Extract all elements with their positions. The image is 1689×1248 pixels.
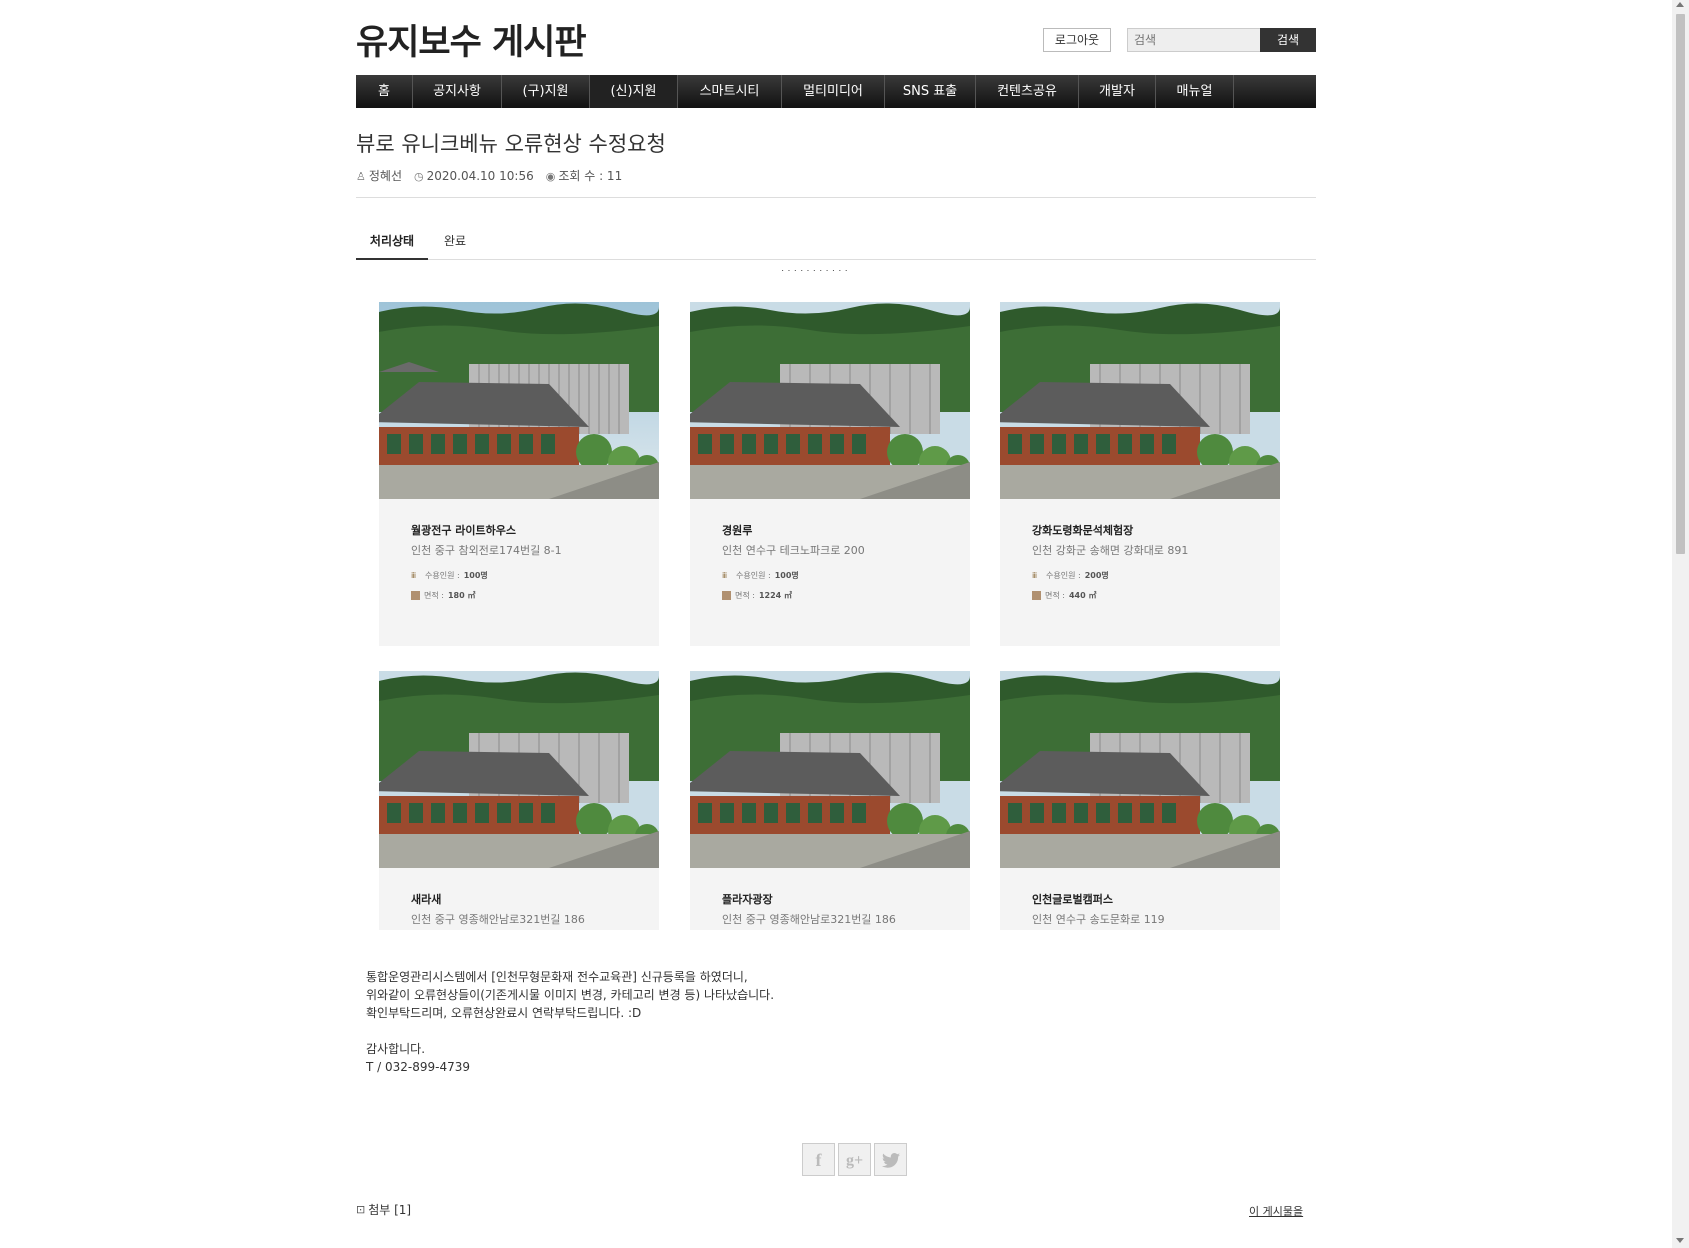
venue-capacity: ⅲ 수용인원 :100명	[722, 570, 799, 580]
venue-name: 새라새	[411, 893, 442, 906]
body-line: T / 032-899-4739	[366, 1060, 471, 1074]
post-title: 뷰로 유니크베뉴 오류현상 수정요청	[356, 132, 666, 156]
user-icon: ♙	[356, 170, 366, 183]
area-icon	[411, 591, 420, 600]
people-icon: ⅲ	[1032, 570, 1038, 580]
page-scrollbar[interactable]	[1672, 0, 1689, 1248]
nav-item-new-support[interactable]: (신)지원	[590, 75, 678, 108]
venue-address: 인천 중구 참외전로174번길 8-1	[411, 544, 562, 557]
attached-screenshot: · · · · · · · · · · · 월광전구 라이트하우스 인천 중구 …	[356, 270, 1316, 930]
venue-card: 강화도령화문석체험장 인천 강화군 송해면 강화대로 891 ⅲ 수용인원 :20…	[1000, 302, 1280, 646]
venue-photo	[379, 302, 659, 499]
venue-name: 경원루	[722, 524, 753, 537]
venue-photo	[1000, 302, 1280, 499]
attachment-link[interactable]: ⊡ 첨부 [1]	[356, 1201, 411, 1218]
date-meta: ◷ 2020.04.10 10:56	[414, 169, 534, 183]
twitter-share-button[interactable]	[874, 1143, 907, 1176]
nav-item-content-share[interactable]: 컨텐츠공유	[976, 75, 1079, 108]
google-plus-share-button[interactable]: g+	[838, 1143, 871, 1176]
nav-item-manual[interactable]: 매뉴얼	[1156, 75, 1234, 108]
nav-item-developer[interactable]: 개발자	[1079, 75, 1156, 108]
facebook-share-button[interactable]: f	[802, 1143, 835, 1176]
scroll-up-arrow-icon[interactable]	[1676, 2, 1684, 7]
divider	[356, 197, 1316, 198]
body-line: 통합운영관리시스템에서 [인천무형문화재 전수교육관] 신규등록을 하였더니,	[366, 970, 748, 984]
venue-capacity: ⅲ 수용인원 :200명	[1032, 570, 1109, 580]
scroll-down-arrow-icon[interactable]	[1676, 1238, 1684, 1243]
post-views: 조회 수 : 11	[558, 169, 623, 183]
venue-name: 플라자광장	[722, 893, 773, 906]
main-nav: 홈 공지사항 (구)지원 (신)지원 스마트시티 멀티미디어 SNS 표출 컨텐…	[356, 75, 1316, 108]
venue-area: 면적 :180 ㎡	[411, 590, 475, 601]
nav-item-old-support[interactable]: (구)지원	[502, 75, 590, 108]
nav-item-notice[interactable]: 공지사항	[413, 75, 502, 108]
nav-item-home[interactable]: 홈	[356, 75, 413, 108]
post-meta: ♙ 정혜선 ◷ 2020.04.10 10:56 ◉ 조회 수 : 11	[356, 167, 622, 184]
venue-address: 인천 연수구 송도문화로 119	[1032, 913, 1165, 926]
venue-address: 인천 중구 영종해안남로321번길 186	[411, 913, 585, 926]
venue-area: 면적 :1224 ㎡	[722, 590, 792, 601]
nav-item-smartcity[interactable]: 스마트시티	[678, 75, 782, 108]
clock-icon: ◷	[414, 169, 424, 183]
body-line: 확인부탁드리며, 오류현상완료시 연락부탁드립니다. :D	[366, 1006, 642, 1020]
venue-capacity: ⅲ 수용인원 :100명	[411, 570, 488, 580]
status-value: 완료	[444, 234, 467, 248]
search-input[interactable]	[1127, 28, 1272, 52]
eye-icon: ◉	[545, 170, 556, 183]
attachment-label: 첨부 [1]	[368, 1203, 412, 1217]
views-meta: ◉ 조회 수 : 11	[546, 167, 623, 184]
venue-photo	[1000, 671, 1280, 868]
attachment-icon: ⊡	[356, 1203, 366, 1216]
people-icon: ⅲ	[411, 570, 417, 580]
cropped-text-line: · · · · · · · · · · ·	[781, 270, 848, 277]
body-blank-line	[366, 1022, 774, 1040]
venue-photo	[379, 671, 659, 868]
venue-address: 인천 중구 영종해안남로321번길 186	[722, 913, 896, 926]
venue-card: 경원루 인천 연수구 테크노파크로 200 ⅲ 수용인원 :100명 면적 :12…	[690, 302, 970, 646]
twitter-icon	[881, 1153, 900, 1168]
post-datetime: 2020.04.10 10:56	[426, 168, 534, 183]
venue-card: 새라새 인천 중구 영종해안남로321번길 186	[379, 671, 659, 930]
logout-button[interactable]: 로그아웃	[1043, 28, 1111, 52]
venue-card: 인천글로벌캠퍼스 인천 연수구 송도문화로 119	[1000, 671, 1280, 930]
site-title[interactable]: 유지보수 게시판	[356, 14, 587, 65]
area-icon	[1032, 591, 1041, 600]
venue-photo	[690, 671, 970, 868]
venue-address: 인천 연수구 테크노파크로 200	[722, 544, 865, 557]
people-icon: ⅲ	[722, 570, 728, 580]
venue-area: 면적 :440 ㎡	[1032, 590, 1096, 601]
status-row: 처리상태 완료	[356, 232, 1316, 260]
venue-name: 월광전구 라이트하우스	[411, 524, 517, 537]
share-buttons: f g+	[802, 1143, 907, 1176]
this-post-link[interactable]: 이 게시물을	[1249, 1203, 1303, 1219]
area-icon	[722, 591, 731, 600]
venue-photo	[690, 302, 970, 499]
author-name[interactable]: 정혜선	[369, 169, 402, 183]
venue-card: 월광전구 라이트하우스 인천 중구 참외전로174번길 8-1 ⅲ 수용인원 :1…	[379, 302, 659, 646]
author-meta: ♙ 정혜선	[356, 167, 402, 184]
venue-card: 플라자광장 인천 중구 영종해안남로321번길 186	[690, 671, 970, 930]
body-line: 감사합니다.	[366, 1042, 426, 1056]
scroll-thumb[interactable]	[1676, 14, 1685, 554]
post-body: 통합운영관리시스템에서 [인천무형문화재 전수교육관] 신규등록을 하였더니, …	[366, 968, 774, 1076]
status-label: 처리상태	[356, 232, 428, 260]
venue-address: 인천 강화군 송해면 강화대로 891	[1032, 544, 1189, 557]
venue-name: 강화도령화문석체험장	[1032, 524, 1134, 537]
venue-name: 인천글로벌캠퍼스	[1032, 893, 1113, 906]
nav-item-multimedia[interactable]: 멀티미디어	[782, 75, 885, 108]
search-button[interactable]: 검색	[1260, 28, 1316, 52]
body-line: 위와같이 오류현상들이(기존게시물 이미지 변경, 카테고리 변경 등) 나타났…	[366, 988, 775, 1002]
nav-item-sns[interactable]: SNS 표출	[885, 75, 976, 108]
